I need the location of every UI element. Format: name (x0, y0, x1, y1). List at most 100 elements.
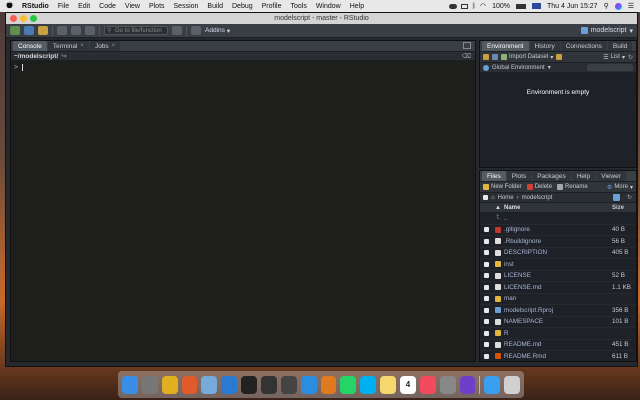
app-store-icon[interactable] (484, 375, 501, 394)
file-row[interactable]: man (480, 294, 636, 305)
books-icon[interactable] (320, 375, 337, 394)
file-checkbox[interactable] (483, 296, 489, 302)
tab-files[interactable]: Files (482, 171, 506, 181)
menu-code[interactable]: Code (99, 3, 116, 10)
menu-debug[interactable]: Debug (232, 3, 253, 10)
file-row[interactable]: inst (480, 259, 636, 271)
mail-icon[interactable] (460, 3, 468, 9)
file-name[interactable]: modelscript.Rproj (504, 307, 612, 314)
file-name[interactable]: .gitignore (504, 226, 612, 233)
delete-button[interactable]: Delete (526, 184, 552, 190)
breadcrumb-current[interactable]: modelscript (522, 195, 553, 201)
breadcrumb-home[interactable]: Home (498, 195, 514, 201)
file-checkbox[interactable] (483, 250, 489, 256)
launchpad-icon[interactable] (141, 375, 158, 394)
clear-workspace-icon[interactable] (556, 54, 563, 60)
file-name[interactable]: LICENSE.md (504, 284, 612, 291)
new-folder-button[interactable]: New Folder (483, 184, 522, 190)
close-tab-icon[interactable]: × (112, 43, 116, 49)
terminal-icon[interactable] (241, 375, 257, 394)
rename-button[interactable]: Rename (557, 184, 588, 190)
battery-percent[interactable]: 100% (492, 3, 510, 10)
save-icon[interactable] (57, 26, 67, 35)
print-icon[interactable] (85, 26, 95, 35)
file-name[interactable]: man (504, 295, 612, 302)
column-name[interactable]: Name (504, 205, 612, 211)
notification-center-icon[interactable]: ☰ (628, 2, 634, 10)
tab-environment[interactable]: Environment (482, 41, 529, 51)
file-checkbox[interactable] (483, 238, 489, 244)
menu-tools[interactable]: Tools (290, 3, 306, 10)
tab-connections[interactable]: Connections (560, 41, 607, 51)
file-row[interactable]: .gitignore 40 B (480, 225, 636, 236)
console-output[interactable]: > (11, 61, 475, 73)
file-name[interactable]: inst (504, 261, 612, 268)
menu-view[interactable]: View (125, 3, 140, 10)
file-row[interactable]: LICENSE 52 B (480, 271, 636, 282)
file-row[interactable]: .Rbuildignore 56 B (480, 236, 636, 248)
chrome-icon[interactable] (161, 375, 178, 394)
menu-build[interactable]: Build (207, 3, 223, 10)
project-menu[interactable]: modelscript ▾ (580, 27, 633, 35)
column-size[interactable]: Size (612, 205, 636, 211)
select-all-checkbox[interactable] (483, 195, 488, 200)
environment-scope-select[interactable]: Global Environment (492, 65, 545, 71)
calendar-icon[interactable]: 4 (400, 375, 416, 394)
file-checkbox[interactable] (483, 261, 489, 267)
skype-icon[interactable] (360, 375, 377, 394)
clear-console-icon[interactable]: ⌫ (462, 52, 471, 60)
vscode-icon[interactable] (221, 375, 238, 394)
file-name[interactable]: DESCRIPTION (504, 249, 612, 256)
save-all-icon[interactable] (71, 26, 81, 35)
apple-menu-icon[interactable] (6, 1, 13, 11)
music-icon[interactable] (419, 375, 436, 394)
trash-icon[interactable] (504, 375, 521, 394)
tab-jobs[interactable]: Jobs × (89, 41, 121, 51)
file-checkbox[interactable] (483, 284, 489, 290)
save-workspace-icon[interactable] (492, 54, 498, 60)
rstudio-icon[interactable] (201, 375, 218, 394)
cloud-icon[interactable] (448, 3, 457, 9)
file-name[interactable]: README.Rmd (504, 353, 612, 360)
brave-icon[interactable] (181, 375, 198, 394)
file-row[interactable]: DESCRIPTION 405 B (480, 248, 636, 259)
view-mode-select[interactable]: ☰ List ▾ (603, 54, 625, 61)
github-desktop-icon[interactable] (459, 375, 476, 394)
menu-profile[interactable]: Profile (262, 3, 282, 10)
file-name[interactable]: LICENSE (504, 272, 612, 279)
file-name[interactable]: .Rbuildignore (504, 238, 612, 245)
minimize-window-icon[interactable] (20, 15, 27, 22)
more-menu[interactable]: ⚙ More ▾ (607, 184, 633, 191)
tableplus-icon[interactable] (280, 375, 297, 394)
close-window-icon[interactable] (10, 15, 17, 22)
file-row[interactable]: R (480, 328, 636, 340)
wifi-icon[interactable]: ◠ (480, 2, 486, 10)
finder-icon[interactable] (121, 375, 138, 394)
input-source-flag-icon[interactable] (531, 3, 541, 9)
close-tab-icon[interactable]: × (80, 43, 84, 49)
pane-layout-icon[interactable] (191, 26, 201, 35)
load-workspace-icon[interactable] (483, 54, 489, 60)
window-titlebar[interactable]: modelscript - master - RStudio (6, 13, 637, 24)
file-checkbox[interactable] (483, 273, 489, 279)
file-checkbox[interactable] (483, 353, 489, 359)
safari-icon[interactable] (300, 375, 317, 394)
tab-help[interactable]: Help (571, 171, 596, 181)
sort-up-icon[interactable]: ▲ (492, 205, 504, 211)
open-file-icon[interactable] (38, 26, 48, 35)
file-name[interactable]: README.md (504, 341, 612, 348)
maximize-pane-icon[interactable] (463, 42, 471, 49)
go-to-directory-icon[interactable]: ↪ (61, 52, 66, 60)
system-preferences-icon[interactable] (439, 375, 456, 394)
code-tools-icon[interactable] (172, 26, 182, 35)
file-row[interactable]: README.Rmd 611 B (480, 351, 636, 363)
activity-monitor-icon[interactable] (260, 375, 277, 394)
environment-search-input[interactable] (587, 64, 633, 71)
tab-build[interactable]: Build (607, 41, 633, 51)
clock[interactable]: Thu 4 Jun 15:27 (547, 3, 598, 10)
refresh-icon[interactable]: ↻ (627, 194, 632, 201)
tab-plots[interactable]: Plots (506, 171, 532, 181)
file-name[interactable]: R (504, 330, 612, 337)
menu-help[interactable]: Help (350, 3, 364, 10)
menu-session[interactable]: Session (174, 3, 199, 10)
